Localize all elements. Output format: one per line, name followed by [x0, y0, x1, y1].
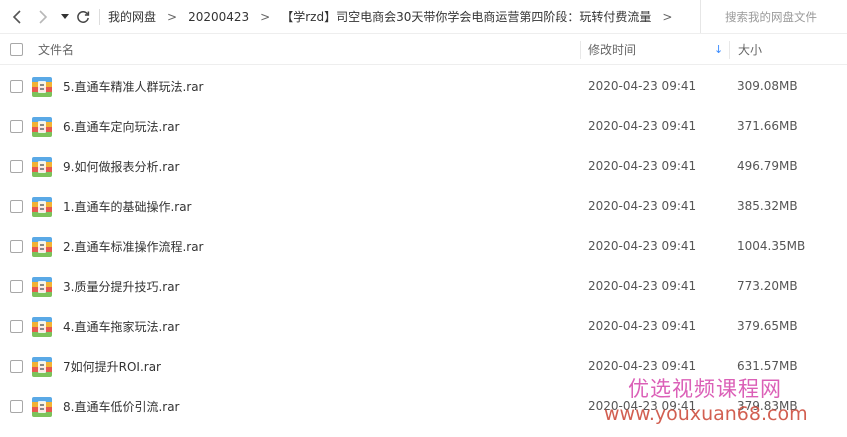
- rar-archive-icon: [32, 117, 52, 137]
- file-size: 1004.35MB: [737, 239, 806, 253]
- file-modified-time: 2020-04-23 09:41: [588, 239, 697, 253]
- rar-archive-icon: [32, 197, 52, 217]
- rar-archive-icon: [32, 397, 52, 417]
- file-row[interactable]: 2.直通车标准操作流程.rar 2020-04-23 09:41 1004.35…: [0, 226, 847, 266]
- column-header-name[interactable]: 文件名: [38, 34, 74, 65]
- breadcrumb-item-current[interactable]: 【学rzd】司空电商会30天带你学会电商运营第四阶段：玩转付费流量: [281, 8, 651, 25]
- file-modified-time: 2020-04-23 09:41: [588, 399, 697, 413]
- file-row[interactable]: 5.直通车精准人群玩法.rar 2020-04-23 09:41 309.08M…: [0, 66, 847, 106]
- file-modified-time: 2020-04-23 09:41: [588, 119, 697, 133]
- column-divider[interactable]: [729, 41, 730, 59]
- file-row[interactable]: 9.如何做报表分析.rar 2020-04-23 09:41 496.79MB: [0, 146, 847, 186]
- row-checkbox[interactable]: [10, 280, 23, 293]
- file-name[interactable]: 5.直通车精准人群玩法.rar: [63, 66, 204, 106]
- sort-down-icon[interactable]: ↓: [714, 34, 723, 65]
- column-header-size[interactable]: 大小: [738, 34, 762, 65]
- breadcrumb-separator: >: [167, 9, 178, 24]
- file-modified-time: 2020-04-23 09:41: [588, 79, 697, 93]
- file-size: 631.57MB: [737, 359, 798, 373]
- breadcrumb-item-folder[interactable]: 20200423: [188, 10, 249, 24]
- select-all-checkbox[interactable]: [10, 43, 23, 56]
- file-size: 496.79MB: [737, 159, 798, 173]
- file-modified-time: 2020-04-23 09:41: [588, 319, 697, 333]
- breadcrumb-separator[interactable]: >: [662, 10, 672, 24]
- row-checkbox[interactable]: [10, 80, 23, 93]
- row-checkbox[interactable]: [10, 320, 23, 333]
- column-divider[interactable]: [580, 41, 581, 59]
- row-checkbox[interactable]: [10, 400, 23, 413]
- file-size: 309.08MB: [737, 79, 798, 93]
- row-checkbox[interactable]: [10, 120, 23, 133]
- file-row[interactable]: 6.直通车定向玩法.rar 2020-04-23 09:41 371.66MB: [0, 106, 847, 146]
- file-name[interactable]: 4.直通车拖家玩法.rar: [63, 306, 180, 346]
- rar-archive-icon: [32, 77, 52, 97]
- column-header-modified[interactable]: 修改时间: [588, 34, 636, 65]
- breadcrumb-separator: >: [260, 9, 271, 24]
- rar-archive-icon: [32, 357, 52, 377]
- file-modified-time: 2020-04-23 09:41: [588, 199, 697, 213]
- toolbar: 我的网盘 > 20200423 > 【学rzd】司空电商会30天带你学会电商运营…: [0, 0, 847, 33]
- rar-archive-icon: [32, 317, 52, 337]
- select-all-checkbox-cell: [10, 34, 23, 65]
- row-checkbox[interactable]: [10, 240, 23, 253]
- rar-archive-icon: [32, 237, 52, 257]
- file-name[interactable]: 6.直通车定向玩法.rar: [63, 106, 180, 146]
- chevron-right-icon[interactable]: [32, 0, 54, 33]
- refresh-icon[interactable]: [73, 0, 93, 33]
- breadcrumb-item-root[interactable]: 我的网盘: [108, 8, 156, 25]
- file-name[interactable]: 9.如何做报表分析.rar: [63, 146, 180, 186]
- file-row[interactable]: 7如何提升ROI.rar 2020-04-23 09:41 631.57MB: [0, 346, 847, 386]
- file-size: 379.83MB: [737, 399, 798, 413]
- rar-archive-icon: [32, 277, 52, 297]
- row-checkbox[interactable]: [10, 360, 23, 373]
- file-row[interactable]: 4.直通车拖家玩法.rar 2020-04-23 09:41 379.65MB: [0, 306, 847, 346]
- file-size: 385.32MB: [737, 199, 798, 213]
- breadcrumb: 我的网盘 > 20200423 > 【学rzd】司空电商会30天带你学会电商运营…: [108, 8, 688, 25]
- triangle-down-icon[interactable]: [57, 0, 73, 33]
- file-size: 379.65MB: [737, 319, 798, 333]
- rar-archive-icon: [32, 157, 52, 177]
- file-row[interactable]: 3.质量分提升技巧.rar 2020-04-23 09:41 773.20MB: [0, 266, 847, 306]
- toolbar-divider: [99, 8, 100, 25]
- file-name[interactable]: 2.直通车标准操作流程.rar: [63, 226, 204, 266]
- row-checkbox[interactable]: [10, 200, 23, 213]
- file-size: 371.66MB: [737, 119, 798, 133]
- file-row[interactable]: 1.直通车的基础操作.rar 2020-04-23 09:41 385.32MB: [0, 186, 847, 226]
- file-name[interactable]: 1.直通车的基础操作.rar: [63, 186, 192, 226]
- chevron-left-icon[interactable]: [6, 0, 28, 33]
- search-box: [700, 0, 847, 33]
- file-name[interactable]: 8.直通车低价引流.rar: [63, 386, 180, 426]
- file-modified-time: 2020-04-23 09:41: [588, 279, 697, 293]
- row-checkbox[interactable]: [10, 160, 23, 173]
- search-input[interactable]: [725, 9, 845, 24]
- file-list: 5.直通车精准人群玩法.rar 2020-04-23 09:41 309.08M…: [0, 66, 847, 426]
- file-name[interactable]: 7如何提升ROI.rar: [63, 346, 161, 386]
- file-name[interactable]: 3.质量分提升技巧.rar: [63, 266, 180, 306]
- file-list-header: 文件名 修改时间 ↓ 大小: [0, 33, 847, 65]
- file-modified-time: 2020-04-23 09:41: [588, 359, 697, 373]
- file-modified-time: 2020-04-23 09:41: [588, 159, 697, 173]
- file-row[interactable]: 8.直通车低价引流.rar 2020-04-23 09:41 379.83MB: [0, 386, 847, 426]
- file-size: 773.20MB: [737, 279, 798, 293]
